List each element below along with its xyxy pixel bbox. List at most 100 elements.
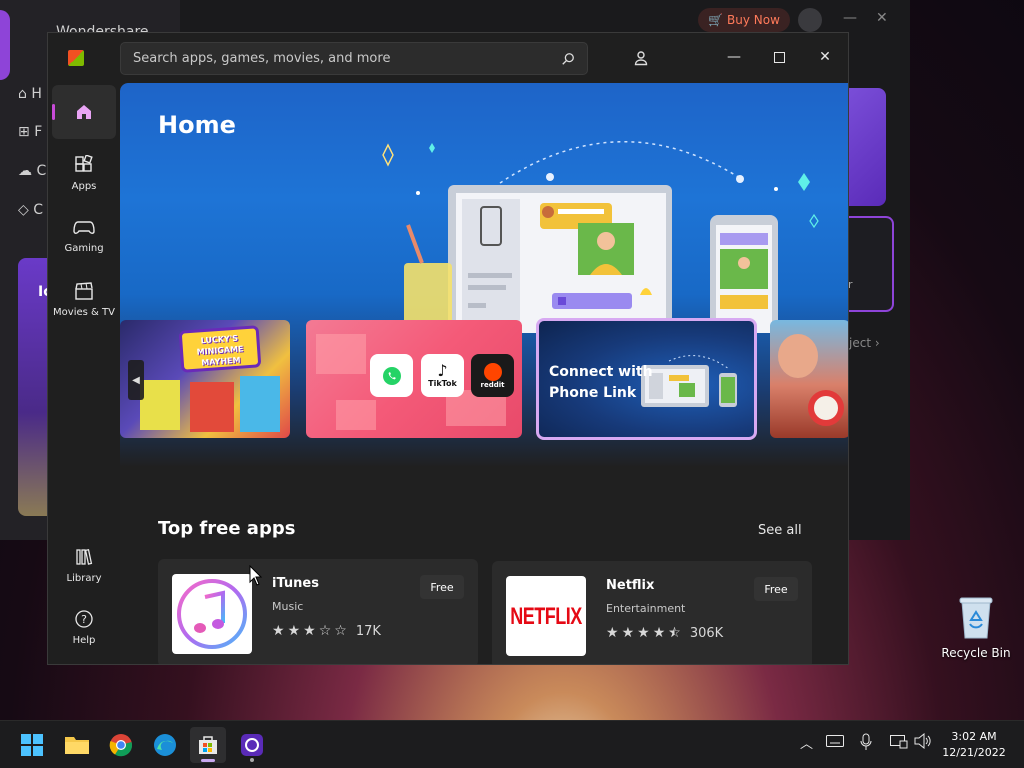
review-count: 17K: [355, 623, 381, 639]
buy-now-button[interactable]: 🛒 Buy Now: [698, 8, 790, 32]
carousel-tile-lucky-minigame[interactable]: LUCKY'S MINIGAME MAYHEM ◀: [120, 320, 290, 438]
background-user-icon[interactable]: [798, 8, 822, 32]
star-filled-icon: ★: [637, 625, 650, 641]
background-close-button[interactable]: ✕: [876, 10, 888, 26]
app-category: Entertainment: [606, 602, 686, 615]
microphone-icon[interactable]: [860, 733, 872, 755]
apps-icon: [75, 155, 93, 172]
star-filled-icon: ★: [606, 625, 619, 641]
character-art: [778, 334, 818, 378]
star-filled-icon: ★: [303, 623, 316, 639]
netflix-icon: NETFLIX: [506, 576, 586, 656]
app-category: Music: [272, 600, 304, 613]
game-logo: LUCKY'S MINIGAME MAYHEM: [178, 325, 262, 373]
profile-button[interactable]: [628, 45, 654, 71]
price-badge[interactable]: Free: [754, 577, 798, 601]
nav-library[interactable]: Library: [52, 547, 116, 584]
chrome-icon: [109, 734, 133, 757]
tiktok-icon: ♪ TikTok: [421, 354, 464, 397]
taskbar: ︿ 3:02 AM 12/21/2022: [0, 720, 1024, 768]
svg-text:?: ?: [81, 613, 87, 626]
volume-icon[interactable]: [914, 732, 932, 753]
price-badge[interactable]: Free: [420, 575, 464, 599]
carousel-tile-social-apps[interactable]: ♪ TikTok reddit: [306, 320, 522, 438]
minimize-button[interactable]: —: [720, 43, 748, 71]
itunes-icon: [172, 574, 252, 654]
game-art-block: [140, 380, 180, 430]
maximize-icon: [773, 51, 785, 63]
chrome-button[interactable]: [103, 727, 139, 763]
search-icon[interactable]: [561, 52, 575, 66]
background-minimize-button[interactable]: —: [843, 10, 857, 26]
game-art-block: [240, 376, 280, 432]
clock-time: 3:02 AM: [951, 730, 997, 743]
star-empty-icon: ☆: [334, 623, 347, 639]
microsoft-store-taskbar-button[interactable]: [190, 727, 226, 763]
reddit-icon: reddit: [471, 354, 514, 397]
show-hidden-icons-button[interactable]: ︿: [800, 733, 813, 752]
wondershare-taskbar-button[interactable]: [234, 727, 270, 763]
title-bar: — ✕: [48, 33, 848, 83]
section-title-top-free-apps: Top free apps: [158, 518, 296, 539]
game-art-block: [190, 382, 234, 432]
nav-movies-tv[interactable]: Movies & TV: [52, 281, 116, 318]
nav-movies-tv-label: Movies & TV: [53, 307, 115, 318]
app-name: Netflix: [606, 578, 655, 593]
nav-library-label: Library: [66, 573, 102, 584]
nav-home[interactable]: [52, 85, 116, 139]
search-input[interactable]: [133, 51, 561, 66]
star-filled-icon: ★: [272, 623, 285, 639]
nav-gaming-label: Gaming: [64, 243, 104, 254]
windows-start-icon: [21, 734, 43, 756]
edge-button[interactable]: [147, 727, 183, 763]
folder-icon: [65, 737, 89, 754]
decor-block: [316, 334, 366, 374]
edge-icon: [154, 734, 176, 756]
library-icon: [76, 548, 93, 565]
decor-block: [336, 400, 376, 430]
candy-art: [808, 390, 844, 426]
background-select-link[interactable]: ject ›: [849, 336, 880, 350]
background-app-card[interactable]: Ic: [18, 258, 52, 516]
star-rating: ★ ★ ★ ★ ★ ☆ 306K: [606, 625, 723, 641]
nav-gaming[interactable]: Gaming: [52, 219, 116, 254]
background-promo-card[interactable]: [848, 88, 886, 206]
recycle-bin-shortcut[interactable]: Recycle Bin: [940, 596, 1012, 660]
maximize-button[interactable]: [765, 43, 793, 71]
star-empty-icon: ☆: [318, 623, 332, 639]
game-controller-icon: [73, 221, 95, 234]
star-filled-icon: ★: [621, 625, 635, 641]
network-icon[interactable]: [890, 735, 908, 753]
wondershare-logo: [0, 10, 10, 80]
keyboard-icon[interactable]: [826, 735, 844, 751]
start-button[interactable]: [14, 727, 50, 763]
see-all-link[interactable]: See all: [758, 523, 802, 538]
app-card-itunes[interactable]: iTunes Music ★ ★ ★ ☆ ☆ 17K Free: [158, 559, 478, 664]
wondershare-icon: [241, 734, 263, 756]
search-box[interactable]: [120, 42, 588, 75]
close-button[interactable]: ✕: [811, 43, 839, 71]
nav-apps[interactable]: Apps: [52, 155, 116, 192]
whatsapp-icon: [370, 354, 413, 397]
recycle-bin-label: Recycle Bin: [941, 646, 1011, 660]
star-filled-icon: ★: [652, 625, 666, 641]
carousel-previous-button[interactable]: ◀: [128, 360, 144, 400]
buy-now-label: Buy Now: [727, 13, 780, 27]
app-card-netflix[interactable]: NETFLIX Netflix Entertainment ★ ★ ★ ★ ★ ☆…: [492, 561, 812, 664]
file-explorer-button[interactable]: [59, 727, 95, 763]
system-clock[interactable]: 3:02 AM 12/21/2022: [935, 729, 1013, 761]
clock-date: 12/21/2022: [942, 746, 1006, 759]
phone-link-title: Connect with Phone Link: [549, 364, 653, 401]
cart-icon: 🛒: [708, 13, 724, 27]
featured-carousel: LUCKY'S MINIGAME MAYHEM ◀ ♪ TikTok reddi…: [120, 318, 848, 442]
home-page: Home LUCKY'S MINIGAME MAYHEM ◀ ♪ TikTok …: [120, 83, 848, 664]
person-icon: [634, 51, 648, 66]
nav-help[interactable]: ? Help: [52, 609, 116, 646]
background-selected-card[interactable]: r: [848, 216, 894, 312]
clapperboard-icon: [75, 282, 93, 300]
navigation-rail: Apps Gaming Movies & TV Library ? Help: [48, 83, 120, 664]
carousel-tile-candy-game[interactable]: [770, 320, 848, 438]
help-icon: ?: [75, 610, 93, 628]
carousel-tile-phone-link[interactable]: Connect with Phone Link: [536, 318, 757, 440]
nav-apps-label: Apps: [71, 181, 97, 192]
